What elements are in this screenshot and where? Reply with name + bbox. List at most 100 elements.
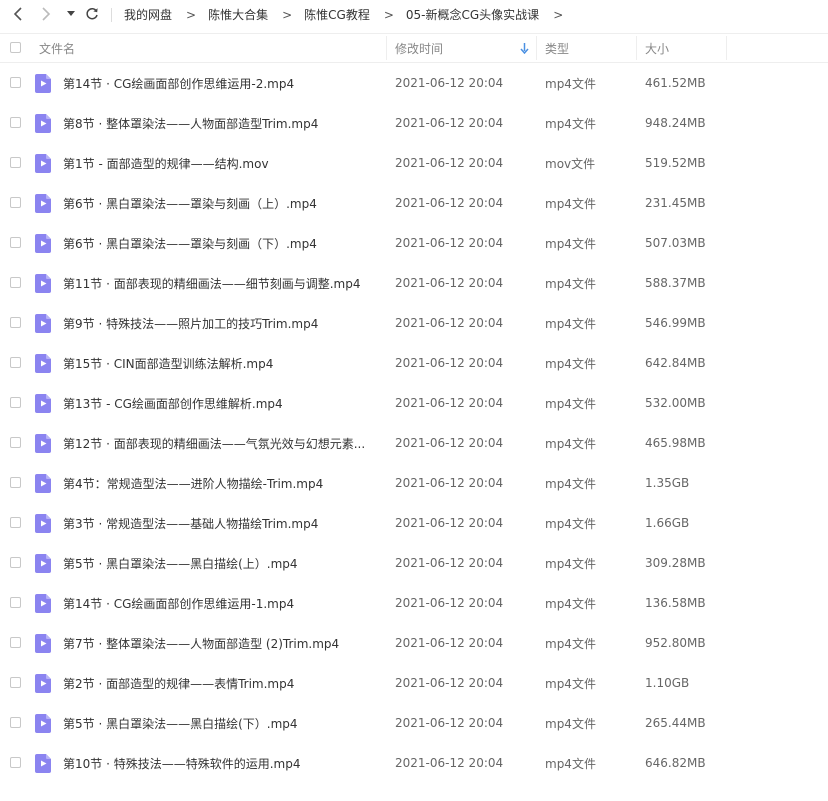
row-checkbox[interactable] [10, 437, 21, 448]
file-size: 1.66GB [645, 516, 690, 530]
breadcrumb-item[interactable]: 陈惟大合集 [208, 6, 268, 23]
breadcrumb-separator: > [282, 7, 293, 22]
row-checkbox[interactable] [10, 197, 21, 208]
file-row[interactable]: 第11节 · 面部表现的精细画法——细节刻画与调整.mp4 2021-06-12… [0, 263, 828, 303]
video-file-icon [35, 314, 51, 333]
video-file-icon [35, 114, 51, 133]
breadcrumb-item[interactable]: 陈惟CG教程 [304, 6, 370, 23]
column-divider [636, 36, 637, 60]
file-row[interactable]: 第5节 · 黑白罩染法——黑白描绘(上）.mp4 2021-06-12 20:0… [0, 543, 828, 583]
row-checkbox[interactable] [10, 77, 21, 88]
refresh-button[interactable] [82, 4, 102, 24]
file-type: mp4文件 [545, 116, 596, 131]
file-row[interactable]: 第5节 · 黑白罩染法——黑白描绘(下）.mp4 2021-06-12 20:0… [0, 703, 828, 743]
file-row[interactable]: 第14节 · CG绘画面部创作思维运用-2.mp4 2021-06-12 20:… [0, 63, 828, 103]
file-type: mp4文件 [545, 316, 596, 331]
file-row[interactable]: 第8节 · 整体罩染法——人物面部造型Trim.mp4 2021-06-12 2… [0, 103, 828, 143]
row-checkbox[interactable] [10, 357, 21, 368]
file-name[interactable]: 第8节 · 整体罩染法——人物面部造型Trim.mp4 [63, 103, 381, 143]
file-type: mp4文件 [545, 556, 596, 571]
file-size: 952.80MB [645, 636, 706, 650]
file-size: 507.03MB [645, 236, 706, 250]
file-row[interactable]: 第1节 - 面部造型的规律——结构.mov 2021-06-12 20:04 m… [0, 143, 828, 183]
video-file-icon [35, 194, 51, 213]
file-modified-time: 2021-06-12 20:04 [395, 156, 504, 170]
file-modified-time: 2021-06-12 20:04 [395, 636, 504, 650]
file-type: mp4文件 [545, 516, 596, 531]
file-name[interactable]: 第1节 - 面部造型的规律——结构.mov [63, 143, 381, 183]
back-button[interactable] [8, 4, 28, 24]
forward-button[interactable] [36, 4, 56, 24]
row-checkbox[interactable] [10, 157, 21, 168]
row-checkbox[interactable] [10, 557, 21, 568]
select-all-checkbox[interactable] [10, 42, 21, 53]
arrow-down-icon [520, 42, 529, 54]
column-header-type[interactable]: 类型 [545, 34, 569, 62]
file-name[interactable]: 第14节 · CG绘画面部创作思维运用-1.mp4 [63, 583, 381, 623]
breadcrumb-item[interactable]: 我的网盘 [124, 6, 172, 23]
file-type: mp4文件 [545, 236, 596, 251]
file-row[interactable]: 第14节 · CG绘画面部创作思维运用-1.mp4 2021-06-12 20:… [0, 583, 828, 623]
chevron-left-icon [13, 7, 22, 21]
file-modified-time: 2021-06-12 20:04 [395, 596, 504, 610]
history-dropdown-button[interactable] [64, 4, 78, 24]
breadcrumb-item[interactable]: 05-新概念CG头像实战课 [406, 6, 539, 23]
file-name[interactable]: 第12节 · 面部表现的精细画法——气氛光效与幻想元素... [63, 423, 381, 463]
file-name[interactable]: 第7节 · 整体罩染法——人物面部造型 (2)Trim.mp4 [63, 623, 381, 663]
column-divider [536, 36, 537, 60]
row-checkbox[interactable] [10, 397, 21, 408]
file-row[interactable]: 第7节 · 整体罩染法——人物面部造型 (2)Trim.mp4 2021-06-… [0, 623, 828, 663]
file-row[interactable]: 第12节 · 面部表现的精细画法——气氛光效与幻想元素... 2021-06-1… [0, 423, 828, 463]
column-header-modified[interactable]: 修改时间 [395, 34, 443, 62]
file-type: mp4文件 [545, 436, 596, 451]
file-type: mp4文件 [545, 756, 596, 771]
video-file-icon [35, 434, 51, 453]
file-modified-time: 2021-06-12 20:04 [395, 676, 504, 690]
file-row[interactable]: 第6节 · 黑白罩染法——罩染与刻画（下）.mp4 2021-06-12 20:… [0, 223, 828, 263]
row-checkbox[interactable] [10, 477, 21, 488]
file-name[interactable]: 第3节 · 常规造型法——基础人物描绘Trim.mp4 [63, 503, 381, 543]
file-name[interactable]: 第15节 · CIN面部造型训练法解析.mp4 [63, 343, 381, 383]
row-checkbox[interactable] [10, 237, 21, 248]
file-modified-time: 2021-06-12 20:04 [395, 116, 504, 130]
row-checkbox[interactable] [10, 677, 21, 688]
file-modified-time: 2021-06-12 20:04 [395, 396, 504, 410]
file-modified-time: 2021-06-12 20:04 [395, 476, 504, 490]
file-name[interactable]: 第2节 · 面部造型的规律——表情Trim.mp4 [63, 663, 381, 703]
file-name[interactable]: 第5节 · 黑白罩染法——黑白描绘(上）.mp4 [63, 543, 381, 583]
column-header-size[interactable]: 大小 [645, 34, 669, 62]
row-checkbox[interactable] [10, 317, 21, 328]
file-row[interactable]: 第2节 · 面部造型的规律——表情Trim.mp4 2021-06-12 20:… [0, 663, 828, 703]
file-row[interactable]: 第6节 · 黑白罩染法——罩染与刻画（上）.mp4 2021-06-12 20:… [0, 183, 828, 223]
file-name[interactable]: 第5节 · 黑白罩染法——黑白描绘(下）.mp4 [63, 703, 381, 743]
file-name[interactable]: 第13节 - CG绘画面部创作思维解析.mp4 [63, 383, 381, 423]
row-checkbox[interactable] [10, 597, 21, 608]
video-file-icon [35, 74, 51, 93]
file-row[interactable]: 第13节 - CG绘画面部创作思维解析.mp4 2021-06-12 20:04… [0, 383, 828, 423]
file-name[interactable]: 第9节 · 特殊技法——照片加工的技巧Trim.mp4 [63, 303, 381, 343]
file-modified-time: 2021-06-12 20:04 [395, 316, 504, 330]
breadcrumb-separator: > [383, 7, 394, 22]
file-row[interactable]: 第4节：常规造型法——进阶人物描绘-Trim.mp4 2021-06-12 20… [0, 463, 828, 503]
file-row[interactable]: 第3节 · 常规造型法——基础人物描绘Trim.mp4 2021-06-12 2… [0, 503, 828, 543]
file-row[interactable]: 第9节 · 特殊技法——照片加工的技巧Trim.mp4 2021-06-12 2… [0, 303, 828, 343]
file-name[interactable]: 第6节 · 黑白罩染法——罩染与刻画（上）.mp4 [63, 183, 381, 223]
file-name[interactable]: 第4节：常规造型法——进阶人物描绘-Trim.mp4 [63, 463, 381, 503]
row-checkbox[interactable] [10, 757, 21, 768]
file-name[interactable]: 第6节 · 黑白罩染法——罩染与刻画（下）.mp4 [63, 223, 381, 263]
video-file-icon [35, 754, 51, 773]
file-name[interactable]: 第11节 · 面部表现的精细画法——细节刻画与调整.mp4 [63, 263, 381, 303]
column-header-name[interactable]: 文件名 [39, 34, 75, 62]
file-row[interactable]: 第10节 · 特殊技法——特殊软件的运用.mp4 2021-06-12 20:0… [0, 743, 828, 783]
row-checkbox[interactable] [10, 117, 21, 128]
file-type: mp4文件 [545, 636, 596, 651]
sort-desc-icon[interactable] [520, 34, 529, 62]
row-checkbox[interactable] [10, 637, 21, 648]
file-name[interactable]: 第14节 · CG绘画面部创作思维运用-2.mp4 [63, 63, 381, 103]
row-checkbox[interactable] [10, 277, 21, 288]
file-type: mp4文件 [545, 716, 596, 731]
file-name[interactable]: 第10节 · 特殊技法——特殊软件的运用.mp4 [63, 743, 381, 783]
row-checkbox[interactable] [10, 517, 21, 528]
row-checkbox[interactable] [10, 717, 21, 728]
file-row[interactable]: 第15节 · CIN面部造型训练法解析.mp4 2021-06-12 20:04… [0, 343, 828, 383]
